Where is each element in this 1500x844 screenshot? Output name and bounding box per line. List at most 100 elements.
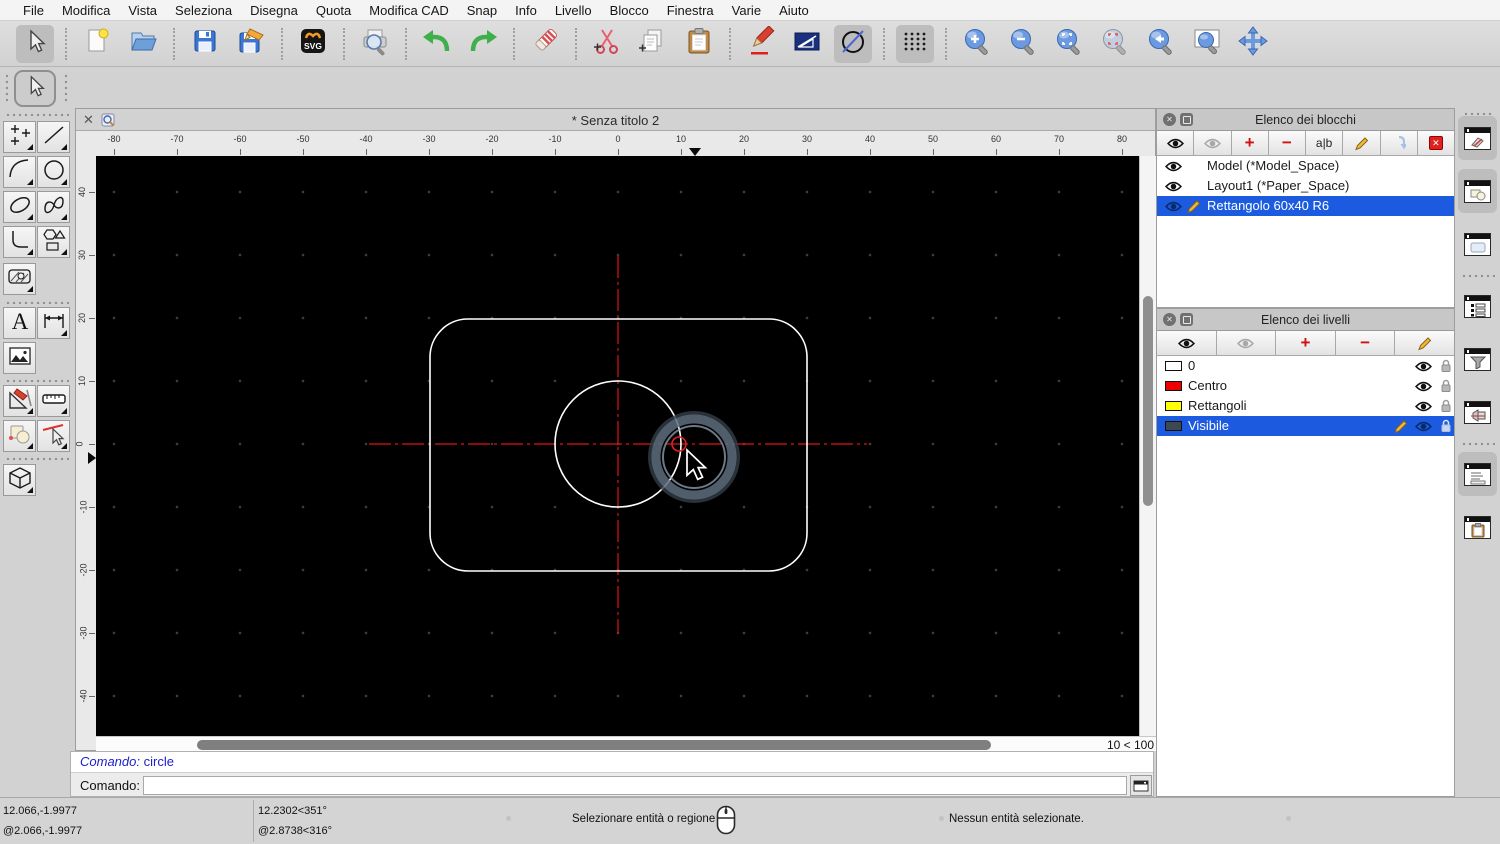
menu-item[interactable]: File [14,3,53,18]
layer-row[interactable]: Centro [1157,376,1454,396]
copy-button[interactable] [634,25,672,63]
dock-layer-list-button[interactable] [1458,116,1497,160]
measure-tools-button[interactable] [37,385,70,417]
pan-button[interactable] [1234,25,1272,63]
eye-icon[interactable] [1415,380,1432,395]
block-row[interactable]: Model (*Model_Space) [1157,156,1454,176]
dock-command-button[interactable] [1458,452,1497,496]
hatch-tool-button[interactable] [3,263,36,295]
new-document-button[interactable] [78,25,116,63]
delete-button[interactable] [526,25,564,63]
menu-item[interactable]: Livello [546,3,601,18]
add-layer-button[interactable]: + [1276,331,1336,355]
print-preview-button[interactable] [356,25,394,63]
remove-layer-button[interactable]: − [1336,331,1396,355]
zoom-out-button[interactable] [1004,25,1042,63]
selection-tools-button[interactable] [3,420,36,452]
drawing-canvas[interactable] [96,156,1139,736]
hide-all-blocks-button[interactable] [1194,131,1231,155]
menu-item[interactable]: Varie [723,3,770,18]
selection-arrow-button[interactable] [14,70,56,107]
modify-tools-button[interactable] [3,385,36,417]
add-block-button[interactable]: + [1232,131,1269,155]
rename-block-button[interactable]: a|b [1306,131,1343,155]
line-tool-button[interactable] [37,121,70,153]
undo-button[interactable] [418,25,456,63]
pen-button[interactable] [742,25,780,63]
eye-icon[interactable] [1415,420,1432,435]
lock-icon[interactable] [1440,419,1452,436]
menu-item[interactable]: Disegna [241,3,307,18]
paste-button[interactable] [680,25,718,63]
block-row-selected[interactable]: Rettangolo 60x40 R6 [1157,196,1454,216]
menu-item[interactable]: Aiuto [770,3,818,18]
eye-icon[interactable] [1415,360,1432,375]
block-row[interactable]: Layout1 (*Paper_Space) [1157,176,1454,196]
show-all-layers-button[interactable] [1157,331,1217,355]
svg-export-button[interactable]: SVG [294,25,332,63]
lock-icon[interactable] [1440,399,1452,416]
eye-icon[interactable] [1165,180,1182,195]
vertical-scrollbar-thumb[interactable] [1143,296,1153,506]
dock-filter-button[interactable] [1458,337,1497,381]
deselect-tool-button[interactable] [37,420,70,452]
redo-button[interactable] [464,25,502,63]
text-tool-button[interactable]: A [3,307,36,339]
shapes-tool-button[interactable] [37,226,70,258]
eye-icon[interactable] [1165,200,1182,215]
layer-row[interactable]: Rettangoli [1157,396,1454,416]
menu-item[interactable]: Vista [119,3,166,18]
edit-layer-button[interactable] [1395,331,1454,355]
keyboard-button[interactable] [1130,775,1152,796]
remove-block-button[interactable]: − [1269,131,1306,155]
eye-icon[interactable] [1415,400,1432,415]
image-tool-button[interactable] [3,342,36,374]
menu-item[interactable]: Info [506,3,546,18]
line-attributes-button[interactable] [788,25,826,63]
arc-tool-button[interactable] [3,156,36,188]
menu-item[interactable]: Snap [458,3,506,18]
zoom-previous-button[interactable] [1142,25,1180,63]
zoom-in-button[interactable] [958,25,996,63]
grid-toggle-button[interactable] [896,25,934,63]
circle-attributes-button[interactable] [834,25,872,63]
delete-block-button[interactable]: ✕ [1418,131,1454,155]
horizontal-scrollbar-thumb[interactable] [197,740,991,750]
layer-row-selected[interactable]: Visibile [1157,416,1454,436]
menu-item[interactable]: Modifica [53,3,119,18]
ellipse-tool-button[interactable] [3,191,36,223]
dock-section-button[interactable] [1458,390,1497,434]
dock-block-list-button[interactable] [1458,169,1497,213]
zoom-window-button[interactable] [1188,25,1226,63]
circle-tool-button[interactable] [37,156,70,188]
eye-icon[interactable] [1165,160,1182,175]
layer-row[interactable]: 0 [1157,356,1454,376]
auto-zoom-button[interactable] [1050,25,1088,63]
pencil-icon[interactable] [1186,199,1201,217]
points-tool-button[interactable] [3,121,36,153]
menu-item[interactable]: Seleziona [166,3,241,18]
menu-item[interactable]: Quota [307,3,360,18]
redraw-button[interactable] [1096,25,1134,63]
show-all-blocks-button[interactable] [1157,131,1194,155]
dock-library-button[interactable] [1458,222,1497,266]
pencil-icon[interactable] [1393,419,1408,437]
insert-block-button[interactable] [1381,131,1418,155]
cut-button[interactable] [588,25,626,63]
polyline-tool-button[interactable] [3,226,36,258]
hide-all-layers-button[interactable] [1217,331,1277,355]
select-cursor-button[interactable] [16,25,54,63]
spline-tool-button[interactable] [37,191,70,223]
edit-block-button[interactable] [1343,131,1380,155]
save-button[interactable] [186,25,224,63]
dock-clipboard-button[interactable] [1458,505,1497,549]
dimension-tool-button[interactable] [37,307,70,339]
menu-item[interactable]: Modifica CAD [360,3,457,18]
horizontal-scrollbar[interactable] [96,737,1086,752]
lock-icon[interactable] [1440,359,1452,376]
isometric-tool-button[interactable] [3,464,36,496]
dock-entity-list-button[interactable] [1458,284,1497,328]
save-as-button[interactable] [232,25,270,63]
lock-icon[interactable] [1440,379,1452,396]
menu-item[interactable]: Finestra [658,3,723,18]
